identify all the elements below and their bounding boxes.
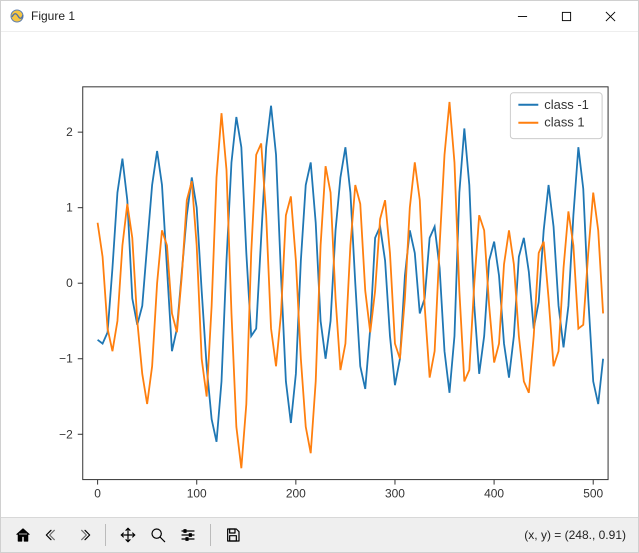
svg-text:2: 2 (66, 125, 73, 139)
configure-subplots-button[interactable] (174, 521, 202, 549)
pan-button[interactable] (114, 521, 142, 549)
save-button[interactable] (219, 521, 247, 549)
home-button[interactable] (9, 521, 37, 549)
svg-text:1: 1 (66, 201, 73, 215)
svg-text:500: 500 (583, 487, 603, 501)
svg-text:300: 300 (385, 487, 405, 501)
svg-text:0: 0 (94, 487, 101, 501)
window-title: Figure 1 (31, 9, 500, 23)
plot-svg: 0 100 200 300 400 500 −2 −1 0 1 2 class -1 class 1 (1, 32, 638, 519)
app-icon (9, 8, 25, 24)
zoom-button[interactable] (144, 521, 172, 549)
back-button[interactable] (39, 521, 67, 549)
toolbar-separator (210, 524, 211, 546)
toolbar: (x, y) = (248., 0.91) (1, 517, 638, 552)
minimize-button[interactable] (500, 2, 544, 30)
svg-text:200: 200 (286, 487, 306, 501)
svg-text:−2: −2 (59, 427, 73, 441)
svg-text:class -1: class -1 (544, 97, 589, 112)
maximize-button[interactable] (544, 2, 588, 30)
figure-window: Figure 1 0 100 200 300 400 500 −2 −1 0 1 2 class -1… (0, 0, 639, 553)
plot-canvas[interactable]: 0 100 200 300 400 500 −2 −1 0 1 2 class -1 class 1 (1, 32, 638, 517)
titlebar: Figure 1 (1, 1, 638, 32)
close-button[interactable] (588, 2, 632, 30)
svg-text:−1: −1 (59, 352, 73, 366)
toolbar-separator (105, 524, 106, 546)
forward-button[interactable] (69, 521, 97, 549)
svg-text:100: 100 (187, 487, 207, 501)
cursor-coordinates: (x, y) = (248., 0.91) (524, 528, 630, 542)
svg-text:400: 400 (484, 487, 504, 501)
svg-text:0: 0 (66, 276, 73, 290)
window-buttons (500, 2, 632, 30)
svg-text:class 1: class 1 (544, 115, 584, 130)
